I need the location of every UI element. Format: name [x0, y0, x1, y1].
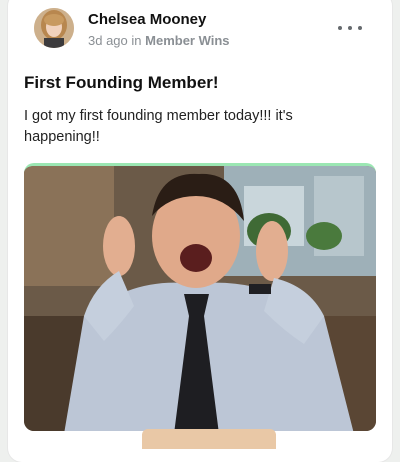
avatar[interactable]	[34, 8, 74, 48]
more-horizontal-icon[interactable]	[338, 22, 362, 34]
post-meta: 3d ago in Member Wins	[88, 32, 230, 50]
space-link[interactable]: Member Wins	[145, 33, 229, 48]
gif-image	[24, 166, 376, 431]
post-time: 3d ago	[88, 33, 128, 48]
post-card: Chelsea Mooney 3d ago in Member Wins Fir…	[8, 0, 392, 462]
post-body: I got my first founding member today!!! …	[24, 108, 293, 145]
post-title: First Founding Member!	[24, 73, 219, 92]
bottom-bar-tab	[142, 429, 276, 449]
post-gif[interactable]	[24, 163, 376, 431]
meta-in-label: in	[131, 33, 142, 48]
avatar-image	[34, 8, 74, 48]
author-name[interactable]: Chelsea Mooney	[88, 10, 206, 30]
